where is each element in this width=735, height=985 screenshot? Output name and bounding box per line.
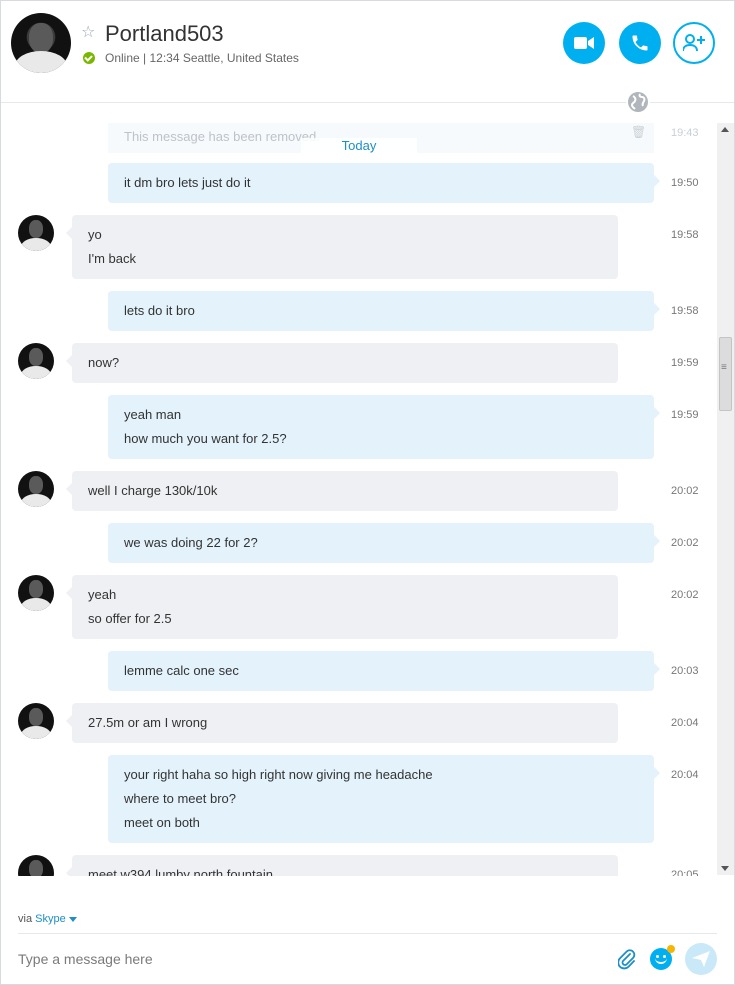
message-text: now? — [88, 355, 120, 370]
avatar-shoulders — [21, 238, 51, 251]
message-time: 19:50 — [671, 177, 699, 189]
send-arrow-icon — [692, 951, 710, 967]
day-separator: Today — [301, 138, 417, 153]
message-text: I'm back — [88, 251, 136, 266]
scrollbar[interactable] — [717, 123, 734, 875]
message-text: it dm bro lets just do it — [124, 175, 251, 190]
outgoing-message-bubble[interactable]: lemme calc one sec — [108, 651, 660, 691]
avatar-shoulders — [21, 726, 51, 739]
message-text: 27.5m or am I wrong — [88, 715, 208, 730]
message-time: 20:02 — [671, 485, 699, 497]
emoji-mouth — [655, 957, 667, 964]
video-camera-icon — [574, 37, 594, 49]
emoji-notification-dot — [667, 945, 675, 953]
avatar-shoulders — [21, 598, 51, 611]
sender-avatar[interactable] — [18, 703, 54, 739]
scroll-thumb[interactable] — [719, 337, 732, 411]
outgoing-message-bubble[interactable]: lets do it bro — [108, 291, 660, 331]
status-label: Online — [105, 51, 140, 65]
message-text: yo — [88, 227, 102, 242]
location-info: | 12:34 Seattle, United States — [143, 51, 299, 65]
scroll-up-arrow-icon[interactable] — [721, 127, 729, 132]
sender-avatar[interactable] — [18, 215, 54, 251]
avatar-shoulders — [21, 494, 51, 507]
send-button[interactable] — [685, 943, 717, 975]
message-time: 19:58 — [671, 229, 699, 241]
header-divider — [1, 102, 734, 103]
incoming-message-bubble[interactable]: 27.5m or am I wrong — [66, 703, 618, 743]
add-person-icon — [683, 34, 705, 52]
incoming-message-bubble[interactable]: yeah so offer for 2.5 — [66, 575, 618, 639]
message-text: meet on both — [124, 815, 200, 830]
avatar-face — [29, 580, 43, 598]
message-input[interactable] — [13, 943, 603, 975]
add-participant-button[interactable] — [673, 22, 715, 64]
via-brand[interactable]: Skype — [35, 913, 66, 925]
via-prefix: via — [18, 913, 33, 925]
incoming-message-bubble[interactable]: meet w394 lumby north fountainwill not g… — [66, 855, 618, 876]
message-list[interactable]: This message has been removed. 🗑 19:43 T… — [1, 111, 717, 876]
scroll-down-arrow-icon[interactable] — [721, 866, 729, 871]
message-text: meet w394 lumby north fountain — [88, 867, 273, 876]
sender-avatar[interactable] — [18, 471, 54, 507]
message-text: yeah man — [124, 407, 182, 422]
message-time: 20:04 — [671, 717, 699, 729]
avatar-face — [29, 23, 53, 53]
message-text: lemme calc one sec — [124, 663, 239, 678]
favorite-star-icon[interactable]: ☆ — [81, 25, 95, 41]
trash-icon: 🗑 — [631, 125, 647, 139]
message-text: so offer for 2.5 — [88, 611, 172, 626]
avatar-face — [29, 708, 43, 726]
incoming-message-bubble[interactable]: now? — [66, 343, 618, 383]
contact-name[interactable]: Portland503 — [105, 21, 224, 47]
online-status-icon — [83, 52, 95, 64]
avatar-face — [29, 860, 43, 876]
sender-avatar[interactable] — [18, 855, 54, 876]
video-call-button[interactable] — [563, 22, 605, 64]
message-text: your right haha so high right now giving… — [124, 767, 433, 782]
attach-file-button[interactable] — [615, 946, 639, 972]
sender-avatar[interactable] — [18, 575, 54, 611]
avatar-face — [29, 476, 43, 494]
footer-divider — [18, 933, 717, 934]
outgoing-message-bubble[interactable]: yeah man how much you want for 2.5? — [108, 395, 660, 459]
message-time: 20:05 — [671, 869, 699, 876]
avatar-face — [29, 220, 43, 238]
message-time: 20:02 — [671, 537, 699, 549]
conversation-header: ☆ Portland503 Online | 12:34 Seattle, Un… — [1, 1, 734, 101]
outgoing-message-bubble[interactable]: it dm bro lets just do it — [108, 163, 660, 203]
avatar-shoulders — [15, 51, 67, 73]
outgoing-message-bubble[interactable]: your right haha so high right now giving… — [108, 755, 660, 843]
message-time: 20:04 — [671, 769, 699, 781]
message-time: 19:58 — [671, 305, 699, 317]
incoming-message-bubble[interactable]: well I charge 130k/10k — [66, 471, 618, 511]
avatar-face — [29, 348, 43, 366]
message-time: 19:43 — [671, 127, 699, 139]
chevron-down-icon[interactable] — [68, 916, 77, 922]
phone-icon — [632, 35, 648, 51]
incoming-message-bubble[interactable]: yo I'm back — [66, 215, 618, 279]
message-text: how much you want for 2.5? — [124, 431, 287, 446]
message-time: 19:59 — [671, 409, 699, 421]
message-text: lets do it bro — [124, 303, 195, 318]
avatar-shoulders — [21, 366, 51, 379]
message-time: 19:59 — [671, 357, 699, 369]
via-selector[interactable]: via Skype — [18, 913, 77, 925]
message-text: we was doing 22 for 2? — [124, 535, 258, 550]
message-text: yeah — [88, 587, 117, 602]
sender-avatar[interactable] — [18, 343, 54, 379]
message-text: well I charge 130k/10k — [88, 483, 218, 498]
emoticon-button[interactable] — [650, 945, 675, 970]
message-text: where to meet bro? — [124, 791, 237, 806]
message-time: 20:02 — [671, 589, 699, 601]
chat-window: ☆ Portland503 Online | 12:34 Seattle, Un… — [0, 0, 735, 985]
paperclip-icon — [618, 949, 636, 970]
contact-avatar[interactable] — [11, 13, 71, 73]
contact-status: Online | 12:34 Seattle, United States — [105, 51, 299, 65]
audio-call-button[interactable] — [619, 22, 661, 64]
outgoing-message-bubble[interactable]: we was doing 22 for 2? — [108, 523, 660, 563]
message-time: 20:03 — [671, 665, 699, 677]
